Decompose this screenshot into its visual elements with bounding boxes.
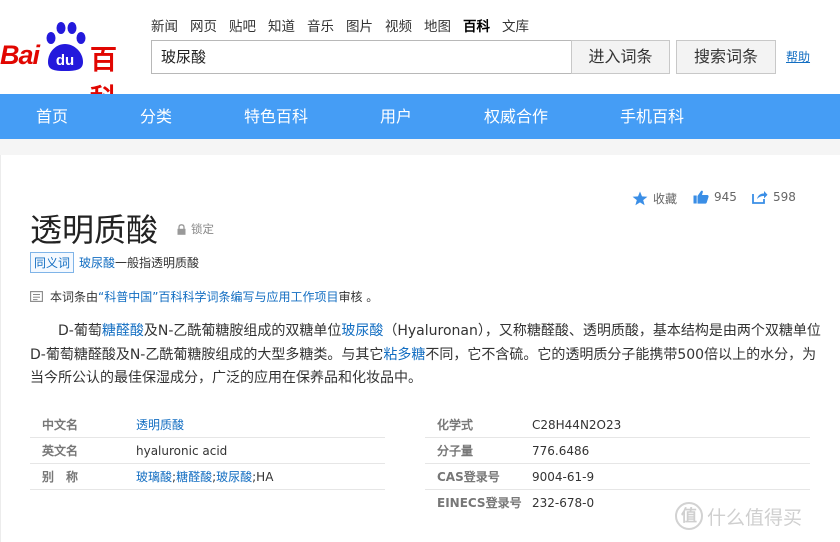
review-prefix: 本词条由 <box>50 290 99 304</box>
watermark-logo-icon: 值 <box>675 502 703 530</box>
lock-status: 锁定 <box>177 221 214 237</box>
review-suffix: 审核 。 <box>338 290 379 304</box>
synonym-badge[interactable]: 同义词 <box>30 252 75 273</box>
para-text-2: 及N-乙酰葡糖胺组成的双糖单位 <box>143 323 342 339</box>
topnav-news[interactable]: 新闻 <box>151 15 178 35</box>
notice-icon <box>30 291 43 302</box>
nav-category[interactable]: 分类 <box>140 94 172 139</box>
lock-icon <box>177 223 186 235</box>
review-project-link[interactable]: “科普中国”百科科学词条编写与应用工作项目 <box>98 288 338 305</box>
nav-featured[interactable]: 特色百科 <box>244 94 308 139</box>
search-input[interactable]: 玻尿酸 <box>151 40 571 74</box>
logo-text-du: du <box>56 52 74 69</box>
main-nav: 首页 分类 特色百科 用户 权威合作 手机百科 <box>0 94 840 139</box>
info-key: CAS登录号 <box>437 470 500 484</box>
review-notice: 本词条由 “科普中国”百科科学词条编写与应用工作项目 审核 。 <box>30 288 378 305</box>
info-key: 英文名 <box>42 444 79 458</box>
info-value-link[interactable]: 透明质酸 <box>136 418 184 432</box>
info-key: EINECS登录号 <box>437 496 522 510</box>
synonym-line: 同义词 玻尿酸 一般指透明质酸 <box>30 252 199 273</box>
info-value: 232-678-0 <box>532 496 595 510</box>
baidu-baike-logo[interactable]: Bai du 百科 <box>0 22 140 115</box>
share-count: 598 <box>773 190 796 204</box>
info-value: 776.6486 <box>532 444 590 458</box>
paw-icon: du <box>46 22 86 71</box>
info-value: hyaluronic acid <box>136 444 228 458</box>
lock-label: 锁定 <box>191 222 214 236</box>
nav-spacer <box>0 139 840 155</box>
top-nav: 新闻 网页 贴吧 知道 音乐 图片 视频 地图 百科 文库 <box>151 15 541 35</box>
link-glucuronic-acid[interactable]: 糖醛酸 <box>102 323 144 339</box>
nav-home[interactable]: 首页 <box>36 94 68 139</box>
info-key: 化学式 <box>437 418 474 432</box>
entry-title: 透明质酸 <box>30 211 159 249</box>
alias-tail: ;HA <box>252 470 274 484</box>
info-row: 分子量 776.6486 <box>425 438 810 464</box>
topnav-music[interactable]: 音乐 <box>307 15 334 35</box>
header: Bai du 百科 新闻 网页 贴吧 知道 音乐 图片 视频 地图 百科 文库 … <box>0 0 840 115</box>
info-key: 分子量 <box>437 444 474 458</box>
info-value: 9004-61-9 <box>532 470 595 484</box>
info-row <box>30 490 385 516</box>
topnav-zhidao[interactable]: 知道 <box>268 15 295 35</box>
search-entry-button[interactable]: 搜索词条 <box>676 40 776 74</box>
link-hyaluronic[interactable]: 玻尿酸 <box>341 323 383 339</box>
thumbs-up-icon <box>693 190 709 204</box>
collect-button[interactable]: 收藏 <box>632 190 677 207</box>
info-row: 别 称 玻璃酸;糖醛酸;玻尿酸;HA <box>30 464 385 490</box>
topnav-video[interactable]: 视频 <box>385 15 412 35</box>
info-key: 中文名 <box>42 418 79 432</box>
info-value: C28H44N2O23 <box>532 418 622 432</box>
nav-users[interactable]: 用户 <box>380 94 412 139</box>
alias-list: 玻璃酸;糖醛酸;玻尿酸;HA <box>136 464 273 490</box>
topnav-baike[interactable]: 百科 <box>463 15 490 35</box>
alias-link[interactable]: 糖醛酸 <box>176 470 212 484</box>
help-link[interactable]: 帮助 <box>786 48 810 65</box>
enter-entry-button[interactable]: 进入词条 <box>571 40 670 74</box>
info-row: 中文名 透明质酸 <box>30 412 385 438</box>
topnav-wenku[interactable]: 文库 <box>502 15 529 35</box>
info-row: 英文名 hyaluronic acid <box>30 438 385 464</box>
topnav-images[interactable]: 图片 <box>346 15 373 35</box>
share-icon <box>752 191 768 204</box>
alias-link[interactable]: 玻璃酸 <box>136 470 172 484</box>
info-row: 化学式 C28H44N2O23 <box>425 412 810 438</box>
topnav-tieba[interactable]: 贴吧 <box>229 15 256 35</box>
logo-text-bai: Bai <box>0 40 40 70</box>
collect-label: 收藏 <box>653 192 678 206</box>
smzdm-watermark: 值 什么值得买 <box>675 502 802 530</box>
topnav-map[interactable]: 地图 <box>424 15 451 35</box>
topnav-web[interactable]: 网页 <box>190 15 217 35</box>
link-mucopolysaccharide[interactable]: 粘多糖 <box>383 347 425 363</box>
like-count: 945 <box>714 190 737 204</box>
para-text-1: D-葡萄 <box>58 323 102 339</box>
nav-mobile[interactable]: 手机百科 <box>620 94 684 139</box>
star-icon <box>632 191 648 206</box>
share-button[interactable]: 598 <box>752 190 796 204</box>
info-row: CAS登录号 9004-61-9 <box>425 464 810 490</box>
like-button[interactable]: 945 <box>693 190 737 204</box>
summary-paragraph: D-葡萄糖醛酸及N-乙酰葡糖胺组成的双糖单位玻尿酸（Hyaluronan），又称… <box>30 320 830 391</box>
watermark-text: 什么值得买 <box>707 506 803 529</box>
info-key: 别 称 <box>42 470 79 484</box>
nav-partners[interactable]: 权威合作 <box>484 94 548 139</box>
synonym-text: 一般指透明质酸 <box>115 256 200 270</box>
synonym-link[interactable]: 玻尿酸 <box>79 254 115 271</box>
alias-link[interactable]: 玻尿酸 <box>216 470 252 484</box>
